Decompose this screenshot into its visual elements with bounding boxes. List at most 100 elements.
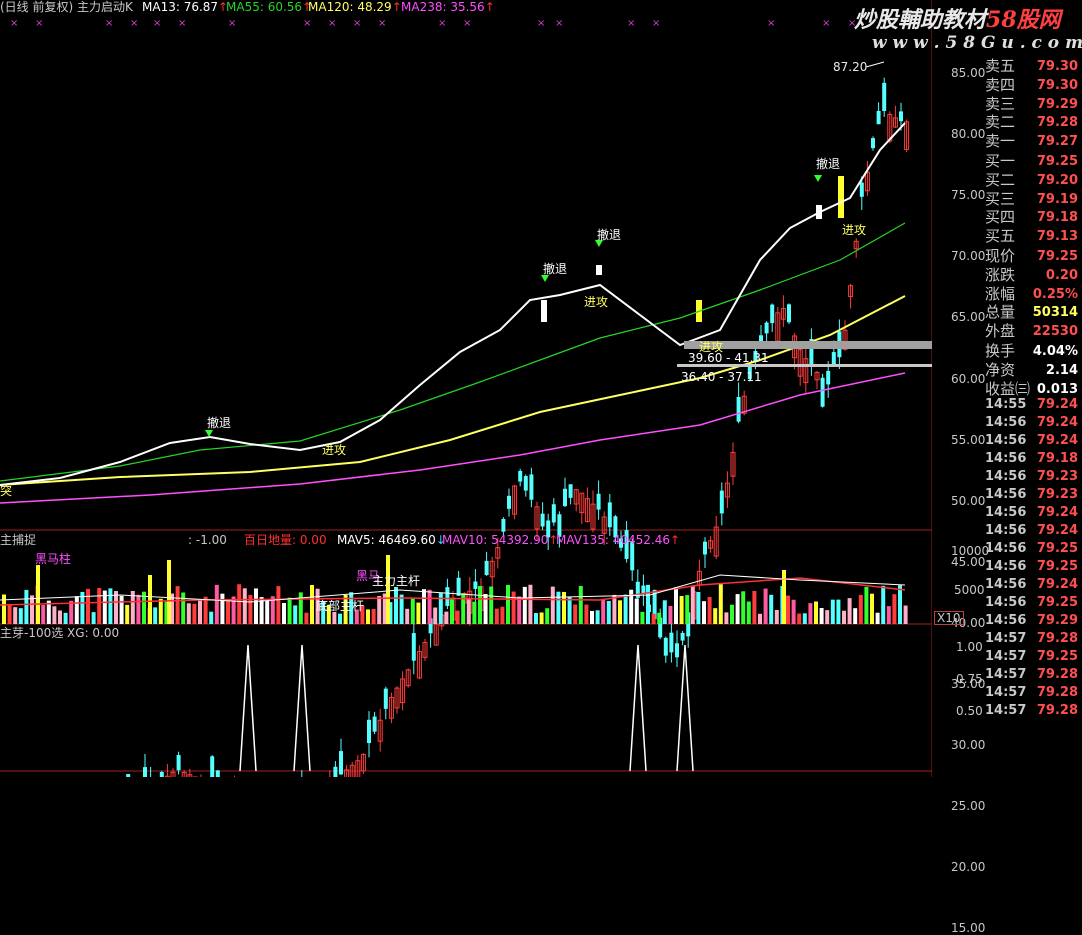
volume-bar <box>254 588 258 624</box>
volume-bar <box>830 599 835 624</box>
signal-marker: × <box>10 18 18 29</box>
volume-bar <box>276 586 281 624</box>
candle-body <box>551 504 556 523</box>
volume-bar <box>590 610 594 624</box>
high-price-label: 87.20 <box>833 60 868 74</box>
tick-price: 79.25 <box>1036 595 1078 610</box>
volume-bar <box>702 601 706 624</box>
quote-label: 卖二 <box>985 113 1016 132</box>
kline-chart[interactable]: × × × × × × × × × × × × × × × × × × × × <box>0 0 932 777</box>
main-force-tag: 主力主杆 <box>372 574 421 588</box>
volume-unit: X10 <box>934 611 964 625</box>
quote-row: 外盘 22530 <box>983 322 1082 341</box>
candle-body <box>736 396 741 422</box>
candle-body <box>484 560 489 575</box>
tick-price: 79.24 <box>1036 505 1078 520</box>
candle-body <box>507 495 511 509</box>
candle-body <box>367 719 371 744</box>
candle-body <box>675 643 679 658</box>
volume-spike <box>386 555 390 624</box>
volume-bar <box>825 610 830 624</box>
volume-bar <box>24 589 29 624</box>
candle-body <box>411 633 416 661</box>
highlight-candle <box>838 176 844 218</box>
tick-row: 14:57 79.28 <box>983 684 1082 702</box>
tick-row: 14:56 79.24 <box>983 522 1082 540</box>
tick-row: 14:56 79.25 <box>983 540 1082 558</box>
tick-price: 79.24 <box>1036 415 1078 430</box>
volume-spike <box>782 570 786 624</box>
volume-bar <box>802 613 807 624</box>
volume-bar <box>371 609 376 624</box>
volume-bar <box>410 598 415 624</box>
quote-label: 外盘 <box>985 322 1016 341</box>
tick-row: 14:56 79.18 <box>983 450 1082 468</box>
volume-bar <box>511 591 516 624</box>
volume-bar <box>601 598 606 624</box>
volume-bar <box>618 600 622 624</box>
tick-price: 79.29 <box>1036 613 1078 628</box>
signal-spike <box>239 644 257 772</box>
signal-panel-title: 主芽-100选 XG: 0.00 <box>0 626 120 640</box>
tick-row: 14:56 79.24 <box>983 432 1082 450</box>
candle-body <box>333 766 338 777</box>
tick-time: 14:57 <box>985 685 1027 700</box>
volume-bar <box>108 588 113 624</box>
candle-body <box>501 518 506 532</box>
volume-bar <box>203 596 208 624</box>
tick-time: 14:56 <box>985 487 1027 502</box>
candle-body <box>473 581 478 589</box>
ma238-label: MA238: 35.56↑ <box>401 0 495 14</box>
tick-row: 14:57 79.28 <box>983 630 1082 648</box>
price-axis-tick: 60.00 <box>951 371 986 386</box>
attack-label-2: 进攻 <box>584 295 609 309</box>
volume-bar <box>696 591 701 624</box>
volume-bar <box>892 594 897 624</box>
volume-bar <box>293 605 298 624</box>
retreat-arrow <box>814 175 822 182</box>
candle-body <box>703 541 707 555</box>
signal-marker: × <box>303 18 311 29</box>
quote-value: 79.20 <box>1036 172 1078 188</box>
volume-bar <box>186 603 191 624</box>
candle-body <box>641 585 646 594</box>
tick-panel[interactable]: 14:55 79.24 14:56 79.24 14:56 79.24 14:56 79.18… <box>983 396 1082 777</box>
highlight-candle <box>596 265 602 275</box>
signal-marker: × <box>178 18 186 29</box>
tick-time: 14:56 <box>985 433 1027 448</box>
candle-body <box>607 502 612 528</box>
quote-row: 买四 79.18 <box>983 208 1082 227</box>
candle-body <box>770 304 775 324</box>
tick-time: 14:56 <box>985 541 1027 556</box>
quote-label: 总量 <box>985 303 1016 322</box>
candle-body <box>215 770 220 777</box>
volume-bar <box>226 599 230 624</box>
tick-price: 79.24 <box>1036 577 1078 592</box>
volume-bar <box>646 584 650 624</box>
volume-bar <box>528 584 533 624</box>
volume-bar <box>63 612 68 624</box>
volume-bar <box>91 612 96 624</box>
quote-label: 买二 <box>985 170 1016 189</box>
quote-value: 79.28 <box>1036 115 1078 131</box>
mav135-label: MAV135: 40452.46↑ <box>556 533 681 547</box>
tick-time: 14:57 <box>985 703 1027 718</box>
volume-bar <box>69 600 74 624</box>
quote-label: 买四 <box>985 208 1016 227</box>
ma13-label: MA13: 76.87↑ <box>142 0 229 14</box>
tick-time: 14:56 <box>985 415 1027 430</box>
chart-title: (日线 前复权) 主力启动K <box>0 0 133 14</box>
tick-price: 79.24 <box>1036 433 1078 448</box>
volume-bar <box>153 607 158 624</box>
tick-price: 79.25 <box>1036 649 1078 664</box>
left-edge-label: 突 <box>0 484 13 498</box>
candle-body <box>787 304 791 323</box>
volume-bar <box>797 613 802 624</box>
candle-body <box>372 716 377 732</box>
candle-body <box>445 587 450 606</box>
tick-time: 14:56 <box>985 577 1027 592</box>
candle-body <box>831 352 836 365</box>
volume-bar <box>366 609 370 624</box>
volume-bar <box>2 594 6 624</box>
quote-label: 现价 <box>985 247 1016 265</box>
